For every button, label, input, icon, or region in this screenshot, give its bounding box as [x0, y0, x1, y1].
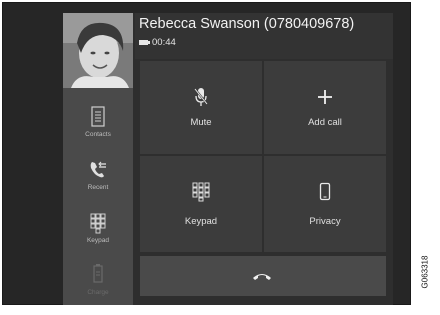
avatar [63, 13, 133, 88]
mute-button[interactable]: Mute [140, 61, 262, 154]
add-call-label: Add call [308, 117, 342, 128]
microphone-muted-icon [194, 88, 208, 106]
call-status-row: 00:44 [139, 37, 176, 48]
sidebar-item-label: Keypad [86, 237, 110, 244]
display-frame: Contacts Recent Keypad Charge Rebecca Sw… [2, 2, 411, 305]
privacy-label: Privacy [309, 216, 341, 227]
hang-up-icon [253, 274, 271, 280]
caller-photo [63, 13, 133, 88]
keypad-label: Keypad [184, 216, 218, 227]
sidebar-item-keypad[interactable]: Keypad [63, 211, 133, 263]
add-call-button[interactable]: Add call [264, 61, 386, 154]
sidebar-item-label: Recent [87, 184, 109, 191]
sidebar-item-contacts[interactable]: Contacts [63, 105, 133, 157]
sidebar: Contacts Recent Keypad Charge [63, 13, 133, 305]
charge-icon [93, 264, 103, 283]
phone-handset-icon [319, 182, 331, 201]
privacy-button[interactable]: Privacy [264, 156, 386, 252]
figure-code: G063318 [418, 252, 432, 292]
sidebar-item-charge[interactable]: Charge [63, 263, 133, 315]
keypad-button[interactable]: Keypad [140, 156, 262, 252]
phone-screen: Contacts Recent Keypad Charge Rebecca Sw… [63, 13, 393, 305]
call-header: Rebecca Swanson (0780409678) 00:44 [135, 13, 393, 59]
sidebar-item-recent[interactable]: Recent [63, 158, 133, 210]
end-call-button[interactable] [140, 256, 386, 296]
keypad-icon [192, 182, 210, 202]
sidebar-item-label: Charge [87, 289, 109, 296]
contacts-icon [91, 106, 105, 127]
sidebar-item-label: Contacts [85, 131, 111, 138]
battery-icon [139, 40, 150, 45]
caller-name: Rebecca Swanson (0780409678) [139, 16, 355, 32]
figure-code-text: G063318 [420, 255, 430, 289]
plus-icon [318, 90, 332, 104]
recent-calls-icon [90, 161, 106, 178]
call-duration: 00:44 [152, 37, 176, 48]
mute-label: Mute [190, 117, 212, 128]
keypad-icon [90, 213, 106, 234]
